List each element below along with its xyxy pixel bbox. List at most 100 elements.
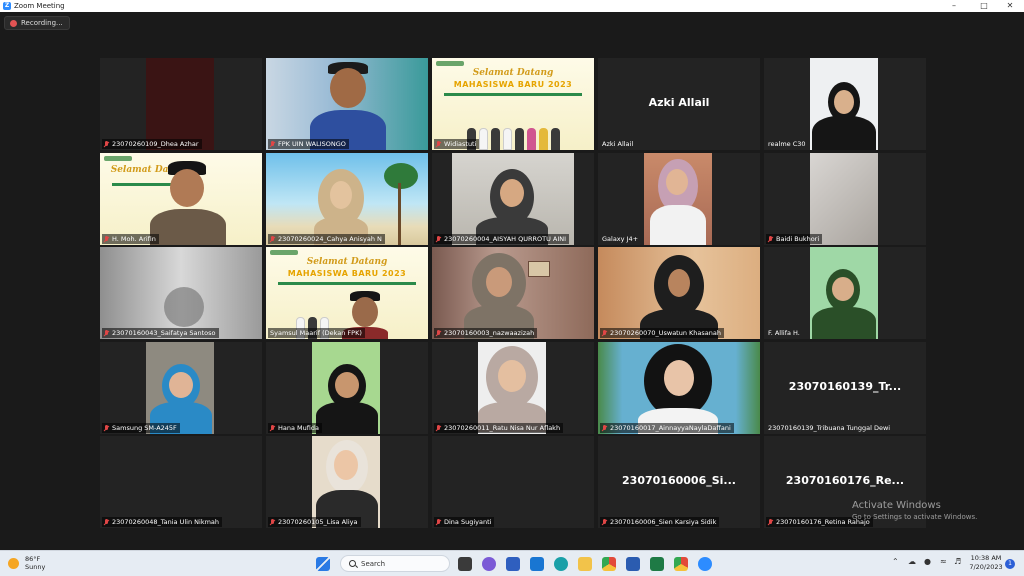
zoom-taskbar-icon[interactable] bbox=[698, 557, 712, 571]
video-feed bbox=[810, 153, 878, 245]
chevron-up-icon[interactable]: ⌃ bbox=[892, 557, 899, 566]
video-feed bbox=[146, 58, 214, 150]
participant-tile[interactable]: 23070160043_Saifatya Santoso bbox=[100, 247, 262, 339]
participant-tile[interactable]: FPK UIN WALISONGO bbox=[266, 58, 428, 150]
video-feed bbox=[432, 247, 594, 339]
participant-nameplate: Galaxy J4+ bbox=[602, 235, 639, 243]
app-icon[interactable] bbox=[506, 557, 520, 571]
participant-nameplate: 23070160006_Sien Karsiya Sidik bbox=[600, 517, 720, 527]
participant-tile[interactable]: 23070260070_Uswatun Khasanah bbox=[598, 247, 760, 339]
participant-nameplate: 23070160017_AinnayyaNaylaDaffani bbox=[600, 423, 734, 433]
participant-tile-active-speaker[interactable]: Selamat Datang MAHASISWA BARU 2023 Syams… bbox=[266, 247, 428, 339]
weather-temp: 86°F bbox=[25, 555, 41, 563]
participant-tile[interactable]: 23070160139_Tr... 23070160139_Tribuana T… bbox=[764, 342, 926, 434]
mic-muted-icon bbox=[270, 518, 275, 526]
participant-tile[interactable]: 23070260109_Dhea Azhar bbox=[100, 58, 262, 150]
microphone-icon[interactable]: ● bbox=[924, 557, 931, 566]
participant-display-name: 23070160139_Tr... bbox=[788, 380, 902, 393]
video-feed bbox=[478, 342, 546, 434]
participant-tile[interactable]: realme C30 bbox=[764, 58, 926, 150]
video-feed bbox=[312, 436, 380, 528]
participant-display-name: Azki Allail bbox=[648, 96, 710, 109]
participant-nameplate: Dina Sugiyanti bbox=[434, 517, 495, 527]
mic-muted-icon bbox=[602, 424, 607, 432]
mic-muted-icon bbox=[436, 140, 441, 148]
participant-nameplate: Syamsul Maarif (Dekan FPK) bbox=[268, 328, 365, 338]
participant-tile[interactable]: 23070260011_Ratu Nisa Nur Aflakh bbox=[432, 342, 594, 434]
wifi-icon[interactable]: ≈ bbox=[940, 557, 947, 566]
search-icon bbox=[349, 560, 356, 567]
recording-indicator[interactable]: Recording... bbox=[4, 16, 70, 30]
mic-muted-icon bbox=[436, 424, 441, 432]
mic-muted-icon bbox=[104, 329, 109, 337]
participant-tile[interactable]: 23070260105_Lisa Aliya bbox=[266, 436, 428, 528]
participant-nameplate: Widiastuti bbox=[434, 139, 480, 149]
video-feed: Selamat Datang bbox=[100, 153, 262, 245]
video-feed bbox=[598, 342, 760, 434]
participant-nameplate: Baidi Bukhori bbox=[766, 234, 823, 244]
participant-tile[interactable]: Hana Mufida bbox=[266, 342, 428, 434]
mic-muted-icon bbox=[104, 518, 109, 526]
participant-nameplate: 23070260048_Tania Ulin Nikmah bbox=[102, 517, 223, 527]
video-feed: Selamat Datang MAHASISWA BARU 2023 bbox=[266, 247, 428, 339]
video-feed bbox=[100, 247, 262, 339]
participant-tile[interactable]: F. Allifa H. bbox=[764, 247, 926, 339]
participant-display-name: 23070160176_Re... bbox=[785, 474, 905, 487]
weather-widget[interactable]: 86°F Sunny bbox=[8, 555, 45, 571]
participant-tile[interactable]: 23070260024_Cahya Anisyah N bbox=[266, 153, 428, 245]
notification-badge[interactable]: 1 bbox=[1005, 559, 1015, 569]
participant-tile[interactable]: 23070160017_AinnayyaNaylaDaffani bbox=[598, 342, 760, 434]
video-feed bbox=[266, 58, 428, 150]
participant-tile[interactable]: 23070160006_Si... 23070160006_Sien Karsi… bbox=[598, 436, 760, 528]
participant-tile[interactable]: 23070260004_AISYAH QURROTU AINI bbox=[432, 153, 594, 245]
mic-muted-icon bbox=[602, 329, 607, 337]
participant-nameplate: Samsung SM-A245F bbox=[102, 423, 180, 433]
video-feed bbox=[598, 247, 760, 339]
mic-muted-icon bbox=[768, 235, 773, 243]
participant-nameplate: 23070160139_Tribuana Tunggal Dewi bbox=[768, 424, 891, 432]
participant-tile[interactable]: 23070260048_Tania Ulin Nikmah bbox=[100, 436, 262, 528]
meeting-area: 23070260109_Dhea Azhar FPK UIN WALISONGO… bbox=[0, 12, 1024, 550]
search-box[interactable]: Search bbox=[340, 555, 450, 572]
word-icon[interactable] bbox=[626, 557, 640, 571]
file-explorer-icon[interactable] bbox=[578, 557, 592, 571]
edge-icon[interactable] bbox=[554, 557, 568, 571]
participant-nameplate: 23070260070_Uswatun Khasanah bbox=[600, 328, 724, 338]
participant-tile[interactable]: Dina Sugiyanti bbox=[432, 436, 594, 528]
mic-muted-icon bbox=[104, 140, 109, 148]
chat-icon[interactable] bbox=[482, 557, 496, 571]
mic-muted-icon bbox=[104, 235, 109, 243]
minimize-button[interactable]: – bbox=[940, 0, 968, 12]
participant-tile[interactable]: 23070160003_nazwaazizah bbox=[432, 247, 594, 339]
mic-muted-icon bbox=[270, 140, 275, 148]
participant-nameplate: realme C30 bbox=[768, 140, 806, 148]
participant-tile[interactable]: Galaxy J4+ bbox=[598, 153, 760, 245]
participant-nameplate: 23070260109_Dhea Azhar bbox=[102, 139, 202, 149]
mic-muted-icon bbox=[436, 518, 441, 526]
task-view-icon[interactable] bbox=[458, 557, 472, 571]
onedrive-icon[interactable]: ☁ bbox=[908, 557, 916, 566]
taskbar: 86°F Sunny Search ⌃ ☁ ● ≈ ♬ 10:38 AM 7/2… bbox=[0, 550, 1024, 576]
sun-icon bbox=[8, 557, 19, 569]
windows-start-icon[interactable] bbox=[316, 557, 330, 571]
participant-tile[interactable]: Baidi Bukhori bbox=[764, 153, 926, 245]
chrome-profile-icon[interactable] bbox=[674, 557, 688, 571]
excel-icon[interactable] bbox=[650, 557, 664, 571]
activate-windows-watermark: Activate Windows Go to Settings to activ… bbox=[852, 500, 978, 521]
participant-tile[interactable]: Samsung SM-A245F bbox=[100, 342, 262, 434]
mic-muted-icon bbox=[768, 518, 773, 526]
mic-muted-icon bbox=[270, 235, 275, 243]
participant-tile[interactable]: Azki Allail Azki Allail bbox=[598, 58, 760, 150]
participant-tile[interactable]: Selamat Datang H. Moh. Arifin bbox=[100, 153, 262, 245]
mail-icon[interactable] bbox=[530, 557, 544, 571]
participant-nameplate: 23070260105_Lisa Aliya bbox=[268, 517, 361, 527]
volume-icon[interactable]: ♬ bbox=[954, 557, 961, 566]
welcome-banner: Selamat Datang MAHASISWA BARU 2023 bbox=[266, 247, 428, 339]
chrome-icon[interactable] bbox=[602, 557, 616, 571]
close-button[interactable]: ✕ bbox=[996, 0, 1024, 12]
maximize-button[interactable]: □ bbox=[970, 0, 998, 12]
system-clock[interactable]: 10:38 AM 7/20/2023 bbox=[966, 554, 1006, 572]
video-feed: Selamat Datang MAHASISWA BARU 2023 bbox=[432, 58, 594, 150]
participant-nameplate: H. Moh. Arifin bbox=[102, 234, 159, 244]
participant-tile[interactable]: Selamat Datang MAHASISWA BARU 2023 Widia… bbox=[432, 58, 594, 150]
